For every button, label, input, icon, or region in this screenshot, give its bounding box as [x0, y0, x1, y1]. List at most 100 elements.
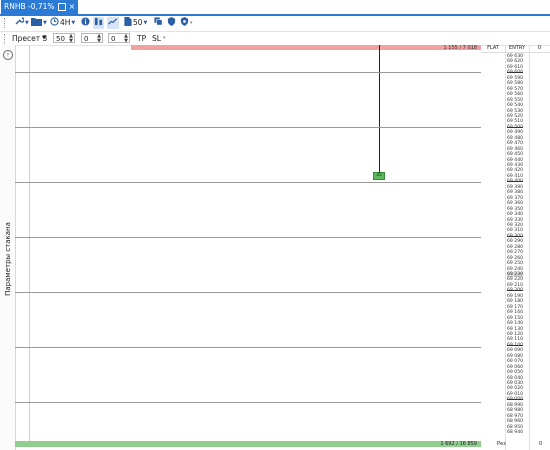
flat-column-header[interactable]: FLAT	[481, 45, 505, 53]
price-level[interactable]: 69 330	[507, 218, 523, 223]
quantity-field[interactable]: 50 ▲ ▼	[53, 33, 75, 44]
price-level[interactable]: 69 340	[507, 212, 523, 217]
price-level[interactable]: 69 220	[507, 277, 523, 282]
offset-field[interactable]: 0 ▲ ▼	[81, 33, 103, 44]
price-level[interactable]: 69 450	[507, 152, 523, 157]
price-level[interactable]: 69 110	[507, 337, 523, 342]
wrench-icon	[14, 16, 25, 30]
chevron-down-icon: ▼	[25, 20, 29, 26]
quantity-value: 50	[56, 35, 65, 43]
grid-line	[15, 292, 481, 293]
more-icon[interactable]: ▾	[190, 17, 193, 29]
price-level[interactable]: 69 550	[507, 98, 523, 103]
tools-button[interactable]: ▼	[14, 17, 29, 29]
price-level[interactable]: 68 950	[507, 425, 523, 430]
chevron-down-icon: ▼	[71, 20, 76, 26]
price-level[interactable]: 68 940	[507, 430, 523, 435]
stop-field[interactable]: 0 ▲ ▼	[108, 33, 130, 44]
volume-label: 50	[133, 18, 143, 27]
offset-value: 0	[84, 35, 89, 43]
timeframe-button[interactable]: 4H ▼	[50, 16, 76, 29]
price-level[interactable]: 69 150	[507, 316, 523, 321]
price-level[interactable]: 69 020	[507, 386, 523, 391]
close-icon[interactable]: ×	[69, 3, 76, 11]
price-level[interactable]: 69 050	[507, 370, 523, 375]
price-level[interactable]: 69 600	[507, 70, 523, 75]
shield-settings-button[interactable]: ▾	[180, 16, 193, 30]
price-level[interactable]: 69 160	[507, 310, 523, 315]
buy-volume-bar: 1 692 / 16 859	[15, 441, 481, 447]
spinner-icon[interactable]: ▲ ▼	[69, 34, 73, 44]
price-level[interactable]: 69 400	[507, 179, 523, 184]
price-level[interactable]: 69 070	[507, 359, 523, 364]
expand-icon[interactable]: ›	[3, 50, 13, 60]
grid-line	[15, 347, 481, 348]
price-level[interactable]: 69 260	[507, 256, 523, 261]
info-button[interactable]	[81, 16, 90, 29]
copy-button[interactable]	[154, 16, 163, 29]
footer-label: Рез	[497, 441, 506, 447]
price-level[interactable]: 69 140	[507, 321, 523, 326]
price-level[interactable]: 69 270	[507, 250, 523, 255]
tp-toggle[interactable]: TP	[137, 33, 146, 44]
trade-marker[interactable]: 35	[373, 172, 385, 180]
price-level[interactable]: 69 310	[507, 228, 523, 233]
price-level[interactable]: 69 000	[507, 397, 523, 402]
dom-view-button[interactable]	[93, 17, 104, 29]
price-level[interactable]: 69 360	[507, 201, 523, 206]
more-icon[interactable]: ▾	[163, 33, 166, 44]
document-icon	[124, 16, 132, 30]
tab-rnhb[interactable]: RNHB -0,71% ×	[1, 0, 79, 14]
folder-icon	[31, 17, 42, 30]
bars-icon	[94, 17, 103, 30]
price-level[interactable]: 69 180	[507, 299, 523, 304]
params-grip[interactable]	[4, 34, 7, 44]
price-level[interactable]: 69 470	[507, 141, 523, 146]
price-level[interactable]: 69 530	[507, 109, 523, 114]
price-level[interactable]: 69 560	[507, 92, 523, 97]
shield-icon	[167, 16, 176, 30]
buy-volume-text: 1 692 / 16 859	[440, 441, 477, 447]
order-book-ladder[interactable]: FLAT ENTRY 0 69 630 69 620 69 610 69 600 69 …	[481, 45, 550, 450]
price-level[interactable]: 69 420	[507, 168, 523, 173]
maximize-icon[interactable]	[57, 3, 66, 11]
price-level[interactable]: 69 380	[507, 190, 523, 195]
price-level[interactable]: 69 250	[507, 261, 523, 266]
spinner-icon[interactable]: ▲ ▼	[124, 34, 128, 44]
price-level[interactable]: 69 620	[507, 59, 523, 64]
price-level[interactable]: 69 060	[507, 365, 523, 370]
price-level[interactable]: 69 580	[507, 81, 523, 86]
price-level[interactable]: 69 440	[507, 158, 523, 163]
price-level[interactable]: 69 090	[507, 348, 523, 353]
sidebar-label[interactable]: Параметры стакана	[4, 219, 12, 299]
toolbar-grip[interactable]	[4, 18, 7, 28]
chart-area[interactable]: 1 155 / 7 018 35	[15, 45, 481, 450]
folder-button[interactable]: ▼	[31, 17, 47, 29]
shield-button[interactable]	[167, 16, 176, 30]
timeframe-label: 4H	[60, 18, 71, 27]
price-level[interactable]: 69 460	[507, 147, 523, 152]
price-level[interactable]: 68 980	[507, 408, 523, 413]
line-chart-button[interactable]	[107, 17, 119, 29]
price-level[interactable]: 69 240	[507, 267, 523, 272]
chevron-down-icon[interactable]: ▼	[42, 33, 46, 44]
spinner-icon[interactable]: ▲ ▼	[97, 34, 101, 44]
price-level[interactable]: 69 510	[507, 119, 523, 124]
sl-toggle[interactable]: SL	[152, 33, 161, 44]
volume-button[interactable]: 50 ▼	[124, 16, 148, 30]
zero-column-header[interactable]: 0	[529, 45, 550, 53]
price-level[interactable]: 69 490	[507, 130, 523, 135]
price-level[interactable]: 69 130	[507, 327, 523, 332]
chevron-down-icon: ▼	[143, 20, 148, 26]
tab-bar: RNHB -0,71% ×	[0, 0, 550, 16]
price-level[interactable]: 69 040	[507, 376, 523, 381]
price-level[interactable]: 68 960	[507, 419, 523, 424]
entry-column-header[interactable]: ENTRY	[505, 45, 529, 53]
price-level[interactable]: 69 540	[507, 103, 523, 108]
chart-divider	[29, 45, 30, 443]
price-level[interactable]: 69 290	[507, 239, 523, 244]
order-params-bar: Пресет 3 ▼ 50 ▲ ▼ 0 ▲ ▼ 0 ▲ ▼ TP SL ▾	[0, 32, 550, 46]
price-level[interactable]: 69 200	[507, 288, 523, 293]
shield-gear-icon	[180, 16, 189, 30]
price-level[interactable]: 69 350	[507, 207, 523, 212]
